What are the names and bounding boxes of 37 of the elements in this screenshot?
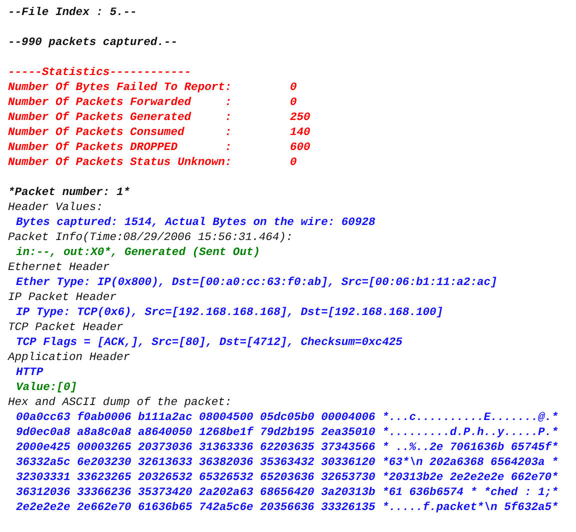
section-detail: Value:[0] bbox=[16, 381, 78, 396]
hex-dump-line: 36332a5c 6e203230 32613633 36382036 35363432 30336120 *63*\n 202a6368 6564203a * bbox=[16, 456, 558, 471]
statistics-title: -----Statistics------------ bbox=[8, 66, 192, 81]
stat-label: Number Of Packets DROPPED : bbox=[8, 141, 232, 156]
capture-summary-text: --990 packets captured.-- bbox=[8, 36, 178, 51]
hex-dump-line: 00a0cc63 f0ab0006 b111a2ac 08004500 05dc05b0 00004006 *...c..........E.......@.* bbox=[16, 411, 558, 426]
stat-label: Number Of Packets Status Unknown: bbox=[8, 156, 232, 171]
stat-value: 600 bbox=[290, 141, 310, 156]
stat-value: 140 bbox=[290, 126, 310, 141]
section-heading: Application Header bbox=[8, 351, 130, 366]
section-detail: in:--, out:X0*, Generated (Sent Out) bbox=[16, 246, 260, 261]
hex-dump-line: 2e2e2e2e 2e662e70 61636b65 742a5c6e 20356636 33326135 *.....f.packet*\n 5f632a5* bbox=[16, 501, 558, 516]
section-heading: Ethernet Header bbox=[8, 261, 110, 276]
stat-label: Number Of Packets Consumed : bbox=[8, 126, 232, 141]
section-heading: Header Values: bbox=[8, 201, 103, 216]
section-detail: IP Type: TCP(0x6), Src=[192.168.168.168], Dst=[192.168.168.100] bbox=[16, 306, 444, 321]
stat-value: 0 bbox=[290, 156, 297, 171]
section-detail: Ether Type: IP(0x800), Dst=[00:a0:cc:63:f0:ab], Src=[00:06:b1:11:a2:ac] bbox=[16, 276, 498, 291]
hex-dump-line: 2000e425 00003265 20373036 31363336 62203635 37343566 * ..%..2e 7061636b 65745f* bbox=[16, 441, 558, 456]
section-heading: Packet Info(Time:08/29/2006 15:56:31.464): bbox=[8, 231, 293, 246]
section-heading: TCP Packet Header bbox=[8, 321, 124, 336]
stat-value: 0 bbox=[290, 96, 297, 111]
section-detail: HTTP bbox=[16, 366, 44, 381]
section-detail: Bytes captured: 1514, Actual Bytes on the wire: 60928 bbox=[16, 216, 376, 231]
hex-dump-line: 32303331 33623265 20326532 65326532 65203636 32653730 *20313b2e 2e2e2e2e 662e70* bbox=[16, 471, 558, 486]
hex-dump-line: 9d0ec0a8 a8a8c0a8 a8640050 1268be1f 79d2b195 2ea35010 *.........d.P.h..y.....P.* bbox=[16, 426, 558, 441]
stat-value: 250 bbox=[290, 111, 310, 126]
stat-label: Number Of Bytes Failed To Report: bbox=[8, 81, 232, 96]
stat-label: Number Of Packets Generated : bbox=[8, 111, 232, 126]
dump-heading: Hex and ASCII dump of the packet: bbox=[8, 396, 232, 411]
hex-dump-line: 36312036 33366236 35373420 2a202a63 68656420 3a20313b *61 636b6574 * *ched : 1;* bbox=[16, 486, 558, 501]
packet-number-text: *Packet number: 1* bbox=[8, 186, 130, 201]
section-detail: TCP Flags = [ACK,], Src=[80], Dst=[4712], Checksum=0xc425 bbox=[16, 336, 402, 351]
stat-value: 0 bbox=[290, 81, 297, 96]
stat-label: Number Of Packets Forwarded : bbox=[8, 96, 232, 111]
section-heading: IP Packet Header bbox=[8, 291, 116, 306]
file-index-text: --File Index : 5.-- bbox=[8, 6, 137, 21]
